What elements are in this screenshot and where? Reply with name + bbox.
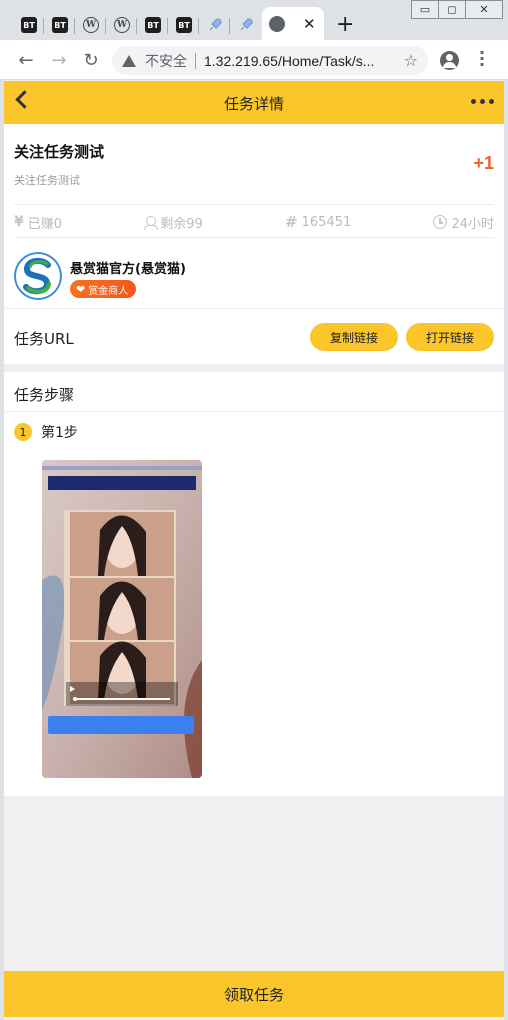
- step-label: 第1步: [41, 425, 78, 441]
- task-header-card: 关注任务测试 关注任务测试 +1 ¥ 已赚0 剩余99 # 165451 24小…: [4, 124, 504, 308]
- wordpress-icon: W: [83, 17, 99, 33]
- browser-tab[interactable]: W: [76, 10, 106, 40]
- publisher-logo: [14, 252, 62, 300]
- bt-icon: BT: [52, 17, 68, 33]
- back-arrow-icon[interactable]: ←: [14, 48, 38, 72]
- remaining-stat: 剩余99: [144, 212, 203, 232]
- duration-stat: 24小时: [433, 212, 494, 232]
- task-id-value: 165451: [301, 214, 352, 230]
- more-menu-icon[interactable]: [471, 99, 494, 104]
- clock-icon: [433, 215, 448, 229]
- step-screenshot[interactable]: [42, 460, 202, 778]
- hash-icon: #: [285, 213, 298, 231]
- copy-link-button[interactable]: 复制链接: [310, 323, 398, 351]
- minimize-button[interactable]: ▭: [411, 0, 439, 19]
- step-item: 1 第1步: [14, 422, 78, 442]
- rocket-icon: [240, 18, 253, 31]
- duration-value: 24小时: [451, 216, 494, 232]
- browser-tab-strip: BT BT W W BT BT ✕ + ▭ ◻ ✕: [0, 0, 508, 40]
- wordpress-icon: W: [114, 17, 130, 33]
- browser-toolbar: ← → ↻ 不安全 1.32.219.65/Home/Task/s... ☆ ·…: [0, 40, 508, 80]
- active-browser-tab[interactable]: ✕: [262, 7, 324, 40]
- remaining-value: 剩余99: [160, 216, 203, 232]
- browser-tab[interactable]: BT: [138, 10, 168, 40]
- earned-value: 已赚0: [27, 216, 63, 232]
- browser-tab[interactable]: [200, 10, 230, 40]
- browser-tab[interactable]: W: [107, 10, 137, 40]
- user-icon: [144, 215, 159, 230]
- maximize-button[interactable]: ◻: [438, 0, 466, 19]
- page-title: 任务详情: [223, 95, 284, 113]
- bt-icon: BT: [176, 17, 192, 33]
- task-steps-card: 任务步骤 1 第1步: [4, 372, 504, 796]
- task-title: 关注任务测试: [14, 143, 105, 161]
- publisher-info[interactable]: 悬赏猫官方(悬赏猫) ❤ 赏金商人: [14, 252, 494, 300]
- open-link-button[interactable]: 打开链接: [406, 323, 494, 351]
- browser-tab[interactable]: [231, 10, 261, 40]
- tab-close-icon[interactable]: ✕: [303, 15, 316, 33]
- task-id-stat: # 165451: [285, 212, 351, 232]
- bt-icon: BT: [21, 17, 37, 33]
- yen-icon: ¥: [14, 214, 24, 230]
- task-stats: ¥ 已赚0 剩余99 # 165451 24小时: [14, 212, 494, 232]
- globe-icon: [269, 15, 285, 32]
- claim-task-button[interactable]: 领取任务: [4, 971, 504, 1017]
- reward-amount: +1: [473, 153, 494, 173]
- reload-icon[interactable]: ↻: [79, 48, 103, 72]
- browser-tab[interactable]: BT: [45, 10, 75, 40]
- steps-title: 任务步骤: [14, 386, 75, 404]
- task-subtitle: 关注任务测试: [14, 174, 80, 187]
- publisher-name: 悬赏猫官方(悬赏猫): [70, 262, 186, 277]
- merchant-badge: ❤ 赏金商人: [70, 280, 137, 298]
- new-tab-button[interactable]: +: [336, 13, 354, 37]
- step-number: 1: [14, 423, 32, 441]
- browser-menu-icon[interactable]: · · ·: [474, 45, 490, 73]
- earned-stat: ¥ 已赚0: [14, 212, 62, 232]
- account-icon[interactable]: [440, 51, 459, 70]
- forward-arrow-icon[interactable]: →: [47, 48, 71, 72]
- rocket-icon: [209, 18, 222, 31]
- warning-icon: [122, 54, 136, 67]
- window-close-button[interactable]: ✕: [465, 0, 503, 19]
- address-bar[interactable]: 不安全 1.32.219.65/Home/Task/s... ☆: [112, 46, 428, 75]
- task-url-card: 任务URL 复制链接 打开链接: [4, 309, 504, 364]
- bt-icon: BT: [145, 17, 161, 33]
- badge-label: 赏金商人: [88, 285, 129, 297]
- browser-tab[interactable]: BT: [169, 10, 199, 40]
- app-header: 任务详情: [4, 81, 504, 124]
- security-label: 不安全: [145, 52, 187, 69]
- task-url-label: 任务URL: [14, 330, 74, 348]
- heart-icon: ❤: [76, 282, 86, 296]
- browser-tab[interactable]: BT: [14, 10, 44, 40]
- bookmark-star-icon[interactable]: ☆: [404, 51, 418, 70]
- url-text[interactable]: 1.32.219.65/Home/Task/s...: [204, 53, 374, 69]
